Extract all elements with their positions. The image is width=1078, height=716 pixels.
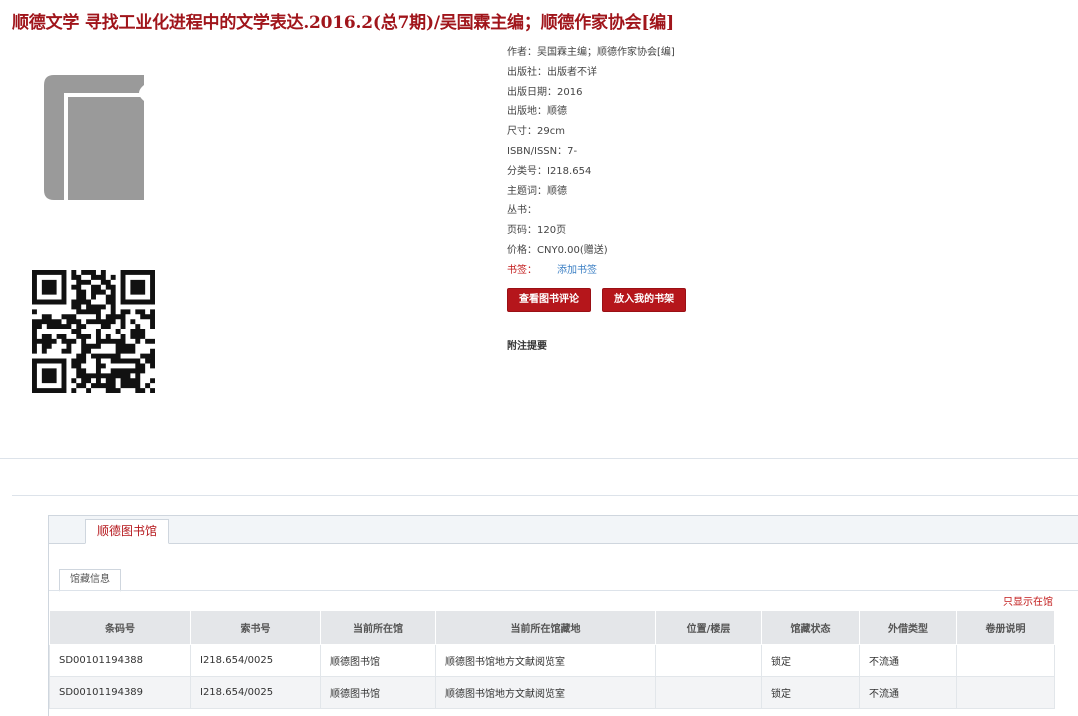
divider [49,590,1078,591]
cell-call-number: I218.654/0025 [190,644,321,677]
col-call-number: 索书号 [190,610,321,645]
add-bookmark-link[interactable]: 添加书签 [557,265,597,276]
col-current-location: 当前所在馆藏地 [435,610,656,645]
table-row: SD00101194388 I218.654/0025 顺德图书馆 顺德图书馆地… [49,644,1055,677]
cell-library: 顺德图书馆 [320,644,436,677]
cell-barcode: SD00101194388 [49,644,191,677]
cell-library: 顺德图书馆 [320,676,436,709]
book-info: 作者：吴国霖主编；顺德作家协会[编] 出版社：出版者不详 出版日期：2016 出… [507,43,675,281]
info-class: 分类号：I218.654 [507,165,592,177]
action-buttons: 查看图书评论 放入我的书架 [507,287,692,312]
col-floor: 位置/楼层 [655,610,762,645]
info-date: 出版日期：2016 [507,86,583,98]
info-bookmark: 书签： 添加书签 [507,264,597,276]
view-reviews-button[interactable]: 查看图书评论 [507,288,591,312]
cell-floor [655,676,762,709]
cell-location: 顺德图书馆地方文献阅览室 [435,644,656,677]
tab-holdings-info[interactable]: 馆藏信息 [59,569,121,592]
info-isbn: ISBN/ISSN：7- [507,145,578,157]
library-tab-bar: 顺德图书馆 [49,516,1078,544]
qr-code [32,270,155,393]
tab-library[interactable]: 顺德图书馆 [85,519,170,544]
info-size: 尺寸：29cm [507,126,565,138]
book-icon [44,75,144,200]
page-title: 顺德文学 寻找工业化进程中的文学表达.2016.2(总7期)/吴国霖主编；顺德作… [12,13,674,33]
info-series: 丛书： [507,205,537,217]
col-volume-note: 卷册说明 [956,610,1055,645]
cell-barcode: SD00101194389 [49,676,191,709]
add-to-shelf-button[interactable]: 放入我的书架 [602,288,687,312]
col-current-library: 当前所在馆 [320,610,436,645]
cell-status: 锁定 [761,644,860,677]
cell-floor [655,644,762,677]
cell-loan-type: 不流通 [859,676,957,709]
info-author: 作者：吴国霖主编；顺德作家协会[编] [507,47,675,58]
info-pages: 页码：120页 [507,225,567,237]
table-header-row: 条码号 索书号 当前所在馆 当前所在馆藏地 位置/楼层 馆藏状态 外借类型 卷册… [49,610,1055,645]
notes-heading: 附注提要 [507,341,547,352]
cell-volume-note [956,644,1055,677]
holdings-panel: 顺德图书馆 馆藏信息 只显示在馆 条码号 索书号 当前所在馆 当前所在馆藏地 位… [48,515,1078,716]
table-row: SD00101194389 I218.654/0025 顺德图书馆 顺德图书馆地… [49,676,1055,709]
col-status: 馆藏状态 [761,610,860,645]
holdings-table: 条码号 索书号 当前所在馆 当前所在馆藏地 位置/楼层 馆藏状态 外借类型 卷册… [49,610,1055,709]
divider [12,495,1078,496]
cell-volume-note [956,676,1055,709]
info-place: 出版地：顺德 [507,106,567,118]
cell-location: 顺德图书馆地方文献阅览室 [435,676,656,709]
info-subject: 主题词：顺德 [507,185,567,197]
cell-call-number: I218.654/0025 [190,676,321,709]
info-price: 价格：CNY0.00(赠送) [507,244,608,256]
divider [0,458,1078,459]
cell-status: 锁定 [761,676,860,709]
col-loan-type: 外借类型 [859,610,957,645]
only-in-library-link[interactable]: 只显示在馆 [1003,593,1053,608]
info-publisher: 出版社：出版者不详 [507,66,597,78]
cell-loan-type: 不流通 [859,644,957,677]
col-barcode: 条码号 [49,610,191,645]
